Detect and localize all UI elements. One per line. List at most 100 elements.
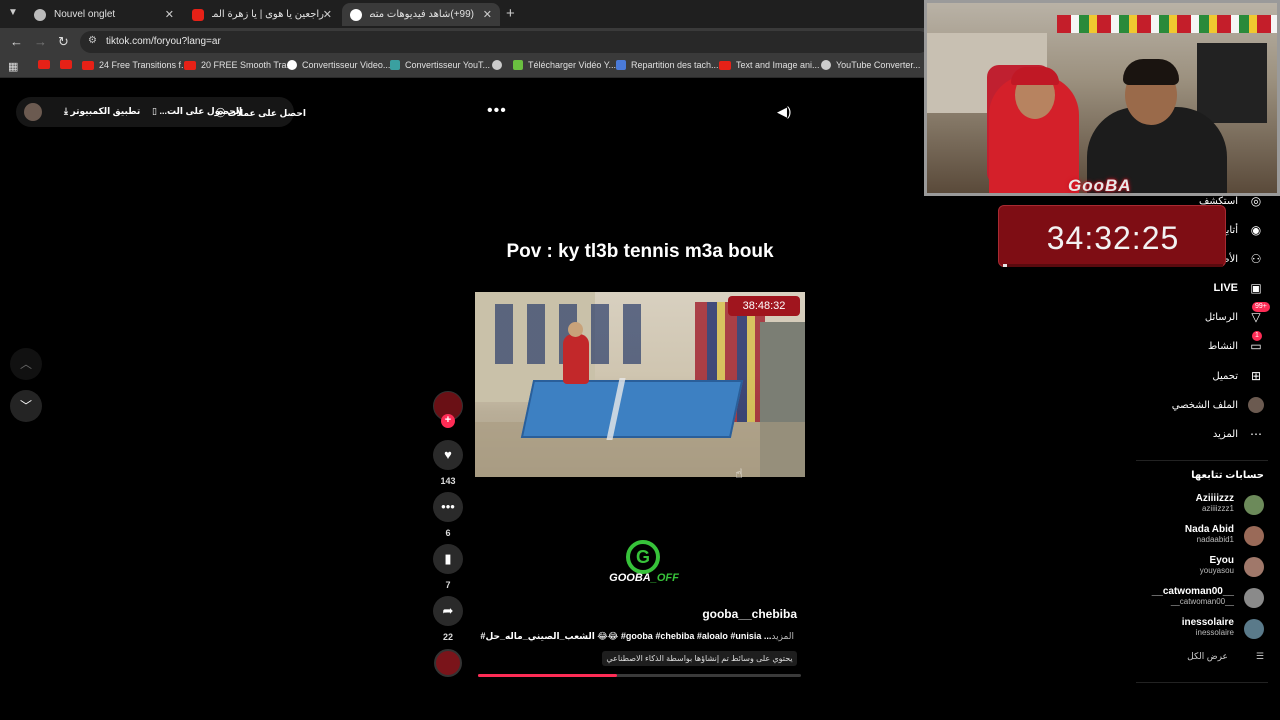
like-button[interactable]: ♥ [433, 440, 463, 470]
stream-clock-overlay: 34:32:25 [998, 205, 1226, 267]
share-count: 22 [442, 632, 453, 642]
followed-account[interactable]: Eyou youyasou [1114, 555, 1264, 579]
tab-tiktok[interactable]: (99+)شاهد فيديوهات متصدّ ✕ [342, 3, 500, 26]
download-icon [513, 60, 523, 70]
previous-video-button[interactable]: ︿ [10, 348, 42, 380]
chevron-down-icon: ﹀ [19, 399, 32, 413]
video-progress-bar[interactable] [478, 674, 801, 677]
sidebar-item-live[interactable]: LIVE ▣ [1214, 278, 1264, 298]
followed-account[interactable]: Aziiiizzz aziiiizzz1 [1114, 493, 1264, 517]
youtube-icon [60, 60, 72, 69]
bookmark-6[interactable] [492, 60, 507, 70]
friends-icon: ⚇ [1250, 252, 1262, 266]
sidebar-bottom-divider [1136, 682, 1268, 683]
site-info-icon[interactable]: ⚙ [88, 35, 97, 46]
following-accounts-title: حسابات تتابعها [1191, 470, 1264, 481]
tab-title: راجعين يا هوى | يا زهرة المساكين [212, 9, 324, 20]
share-button[interactable]: ➦ [433, 596, 463, 626]
avatar [1244, 588, 1264, 608]
bookmark-icon: ▮ [444, 551, 452, 566]
see-all-button[interactable]: عرض الكل ☰ [1187, 651, 1264, 662]
save-button[interactable]: ▮ [433, 544, 463, 574]
tiktok-icon [350, 8, 362, 21]
bookmark-10[interactable]: YouTube Converter... [821, 60, 920, 70]
more-icon: ⋯ [1250, 427, 1262, 441]
bookmark-1[interactable] [60, 60, 77, 69]
avatar [1244, 526, 1264, 546]
close-icon[interactable]: ✕ [165, 8, 174, 21]
close-icon[interactable]: ✕ [323, 8, 332, 21]
stream-logo: GooBA [1068, 176, 1132, 195]
author-name[interactable]: gooba__chebiba [600, 607, 797, 621]
followed-account[interactable]: Nada Abid nadaabid1 [1114, 524, 1264, 548]
messages-badge: 99+ [1252, 302, 1270, 312]
more-link[interactable]: المزيد [771, 631, 794, 641]
list-icon: ☰ [1255, 651, 1264, 661]
sidebar-item-profile[interactable]: الملف الشخصي [1172, 395, 1264, 415]
activity-icon: ▭ 1 [1250, 331, 1262, 353]
sound-icon[interactable]: ◀) [777, 104, 791, 120]
comment-icon: ••• [441, 499, 455, 514]
sidebar-item-following[interactable]: أتابع ◉ [1221, 220, 1264, 240]
following-icon: ◉ [1250, 223, 1262, 237]
save-count: 7 [445, 580, 451, 590]
docs-icon [616, 60, 626, 70]
follow-button[interactable]: + [441, 414, 455, 428]
converter-icon [390, 60, 400, 70]
comment-button[interactable]: ••• [433, 492, 463, 522]
chrome-icon [34, 8, 46, 21]
forward-icon[interactable]: → [34, 34, 47, 49]
youtube-icon [38, 60, 50, 69]
url-text: tiktok.com/foryou?lang=ar [106, 36, 221, 47]
share-icon: ➦ [442, 603, 454, 618]
clock-text: 34:32:25 [1046, 220, 1180, 256]
avatar [1244, 619, 1264, 639]
globe-icon [821, 60, 831, 70]
video-timer-overlay: 38:48:32 [728, 296, 800, 316]
sidebar-item-messages[interactable]: الرسائل ▽ 99+ [1205, 302, 1270, 327]
like-count: 143 [440, 476, 456, 486]
tab-title: (99+)شاهد فيديوهات متصدّ [370, 9, 474, 20]
globe-icon [492, 60, 502, 70]
bookmark-8[interactable]: Repartition des tach... [616, 60, 719, 70]
sidebar-item-more[interactable]: المزيد ⋯ [1213, 424, 1264, 444]
activity-badge: 1 [1252, 331, 1262, 341]
reload-icon[interactable]: ↻ [58, 34, 69, 50]
followed-account[interactable]: inessolaire inessolaire [1114, 617, 1264, 641]
new-tab-button[interactable]: + [506, 5, 515, 22]
youtube-icon [184, 60, 196, 70]
bookmark-7[interactable]: Télécharger Vidéo Y... [513, 60, 616, 70]
hand-cursor-icon: ☝ [735, 466, 743, 481]
get-coins-button[interactable]: احصل على عملات ⓒ [216, 106, 306, 119]
bookmark-0[interactable] [38, 60, 55, 69]
bookmark-5[interactable]: Convertisseur YouT... [390, 60, 490, 70]
bookmark-3[interactable]: 20 FREE Smooth Tra... [184, 60, 294, 70]
more-options-icon[interactable]: ••• [487, 102, 507, 120]
bookmark-2[interactable]: 24 Free Transitions f... [82, 60, 189, 70]
youtube-icon [82, 60, 94, 70]
bookmark-4[interactable]: Convertisseur Video... [287, 60, 390, 70]
address-bar[interactable]: ⚙ tiktok.com/foryou?lang=ar [80, 31, 930, 53]
followed-account[interactable]: __catwoman00__ __catwoman00__ [1114, 586, 1264, 610]
close-icon[interactable]: ✕ [483, 8, 492, 21]
sidebar-item-upload[interactable]: تحميل ⊞ [1212, 366, 1264, 386]
desktop-app-button[interactable]: تطبيق الكمبيوتر ⤓ [64, 106, 140, 117]
avatar[interactable] [24, 103, 42, 121]
live-icon: ▣ [1250, 281, 1262, 295]
bookmark-9[interactable]: Text and Image ani... [719, 60, 820, 70]
tab-youtube[interactable]: راجعين يا هوى | يا زهرة المساكين ✕ [184, 3, 340, 26]
apps-grid-icon[interactable]: ▦ [8, 60, 18, 73]
back-icon[interactable]: ← [10, 34, 23, 49]
avatar [1244, 495, 1264, 515]
sidebar-item-activity[interactable]: النشاط ▭ 1 [1208, 331, 1264, 356]
music-disc[interactable] [434, 649, 462, 677]
webcam-overlay [924, 0, 1280, 196]
tab-new-tab[interactable]: Nouvel onglet ✕ [26, 3, 182, 26]
tab-search-icon[interactable]: ▼ [8, 7, 18, 18]
top-actions-pill: تطبيق الكمبيوتر ⤓ الحصول على الت... ▯ اح… [16, 97, 306, 127]
youtube-icon [719, 60, 731, 70]
video-description: #الشعب_الصيني_ماله_حل 😂😂 #gooba #chebiba… [480, 631, 794, 641]
heart-icon: ♥ [444, 447, 452, 462]
next-video-button[interactable]: ﹀ [10, 390, 42, 422]
video-player[interactable] [475, 292, 805, 477]
